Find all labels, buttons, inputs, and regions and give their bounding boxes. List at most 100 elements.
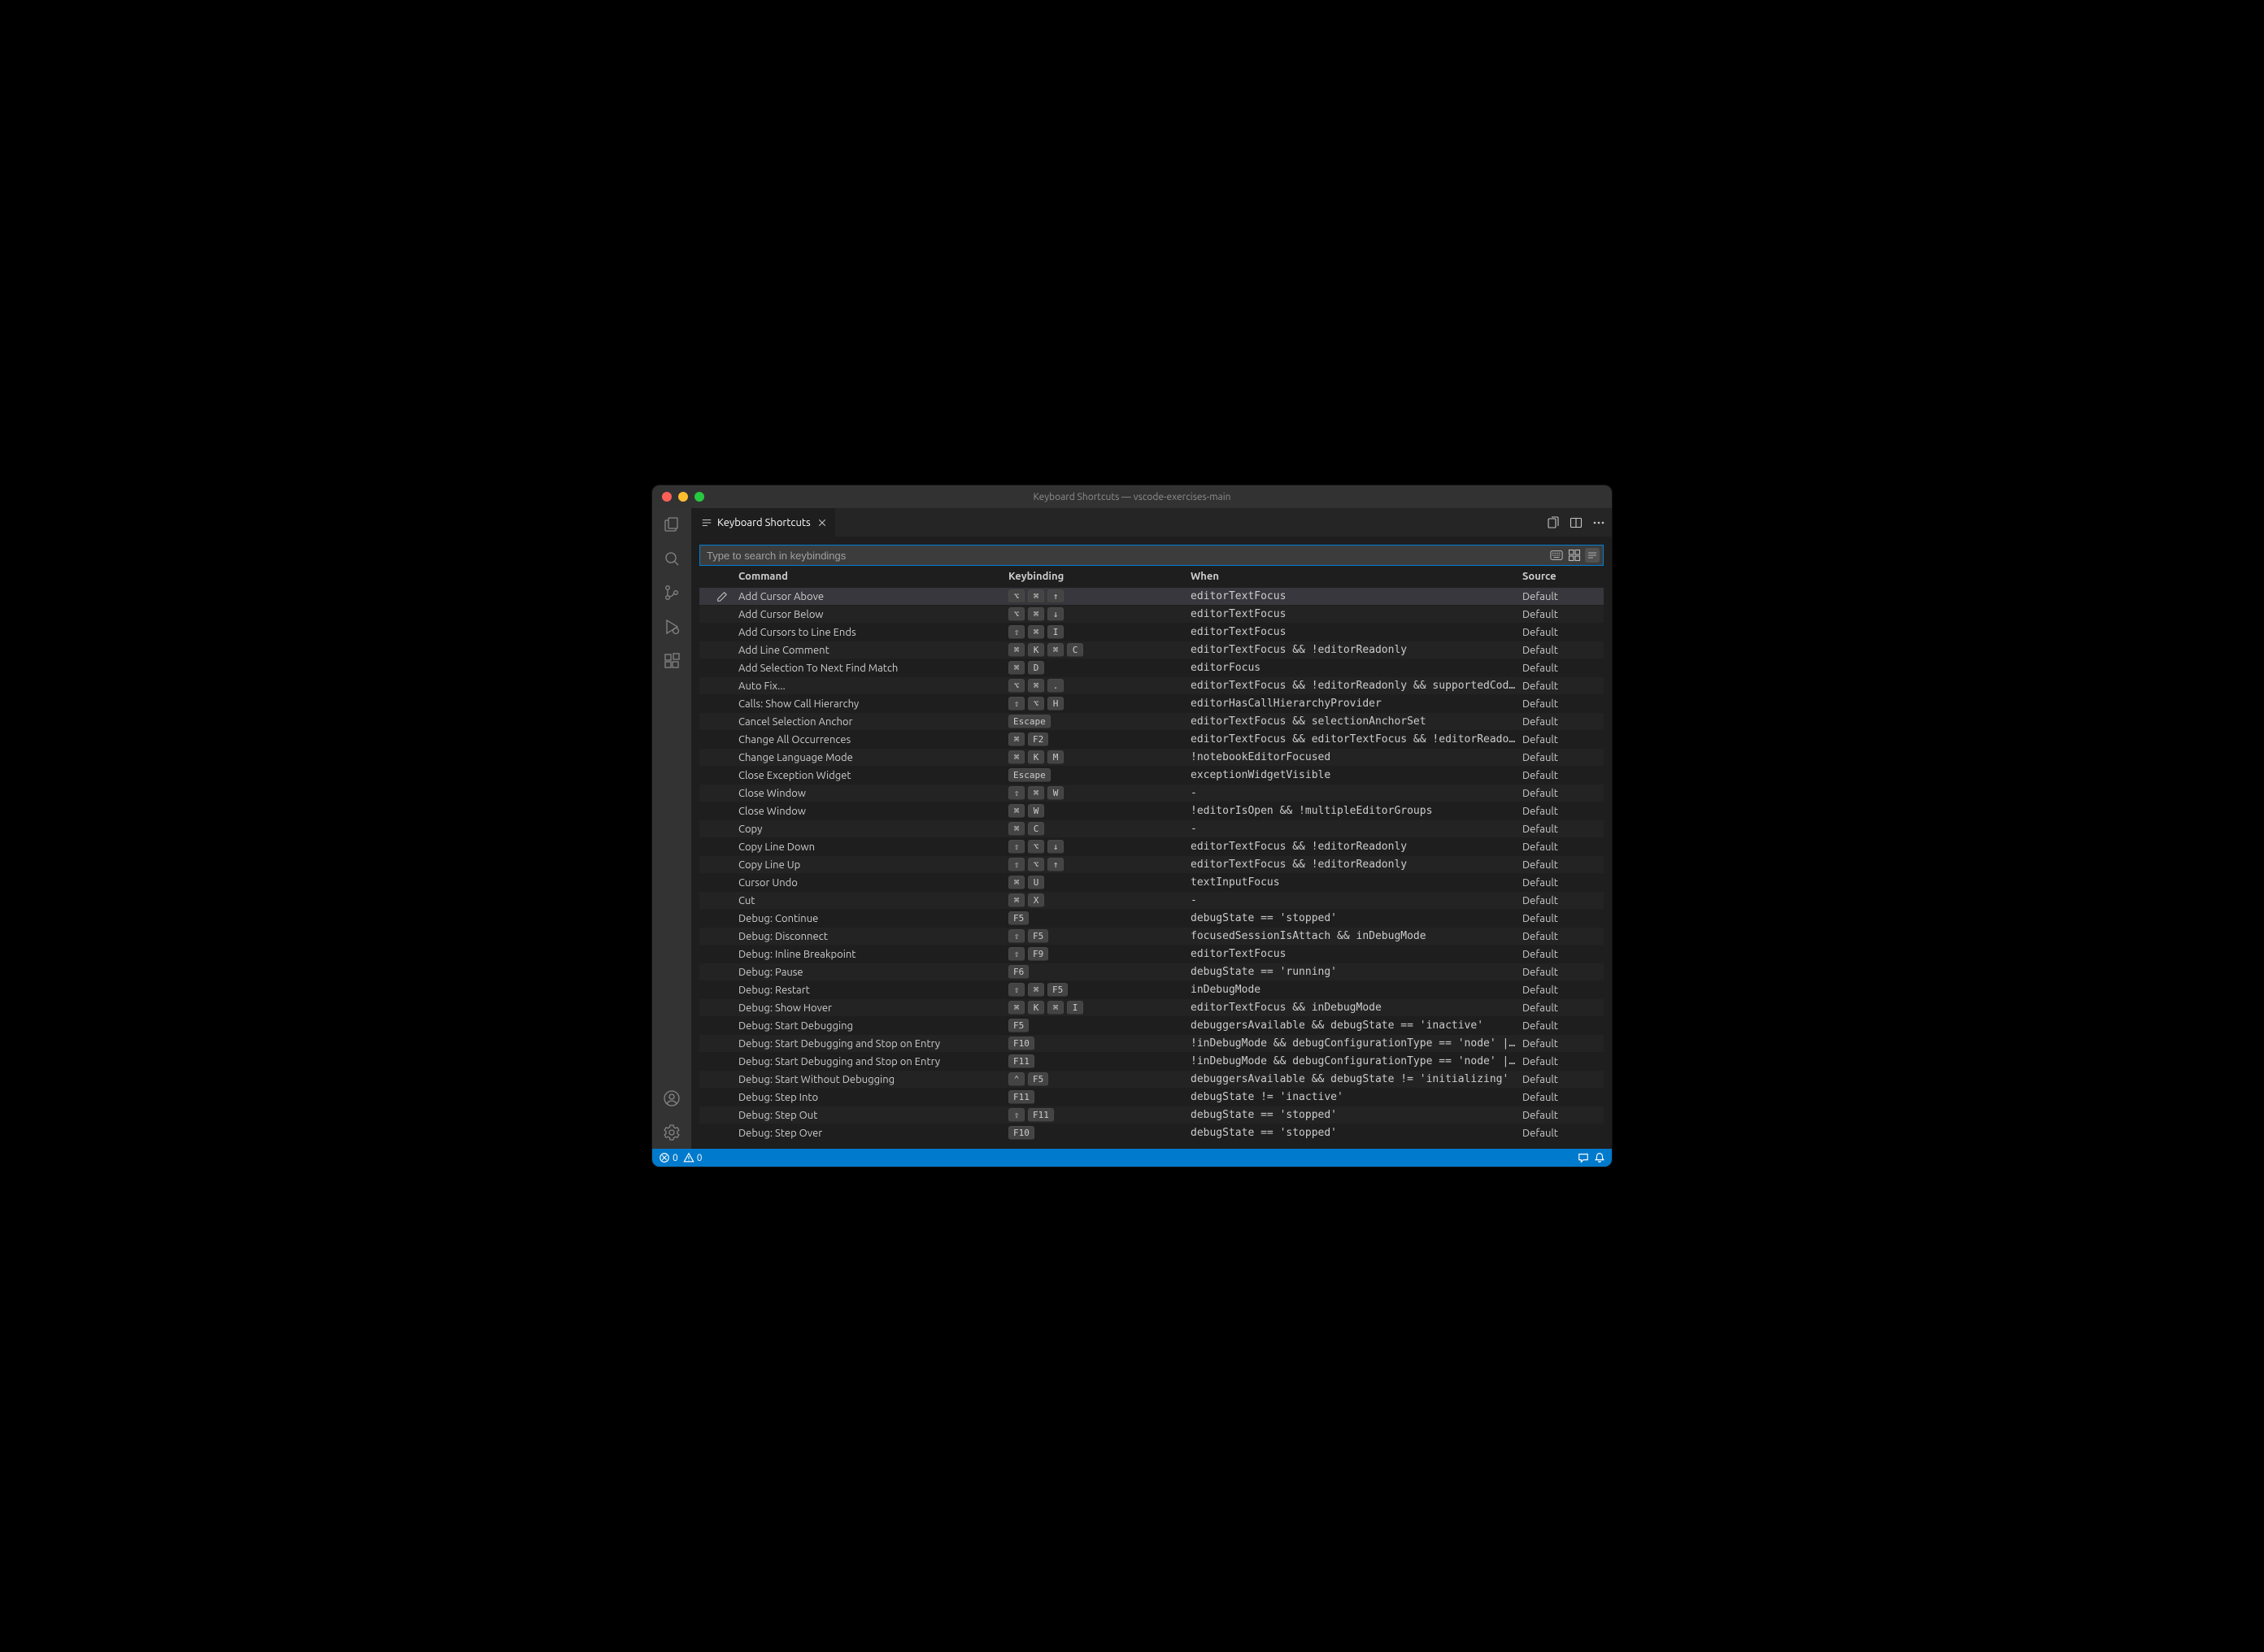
header-command[interactable]: Command: [738, 571, 1008, 582]
notifications-icon[interactable]: [1594, 1152, 1605, 1163]
keybinding-row[interactable]: Change Language Mode⌘KM!notebookEditorFo…: [699, 749, 1604, 767]
split-editor-icon[interactable]: [1570, 516, 1583, 529]
command-label: Copy Line Up: [738, 859, 1008, 871]
keybinding-row[interactable]: Debug: Disconnect⇧F5focusedSessionIsAtta…: [699, 928, 1604, 946]
keybinding-row[interactable]: Debug: Inline Breakpoint⇧F9editorTextFoc…: [699, 946, 1604, 963]
keybinding-row[interactable]: Cut⌘X-Default: [699, 892, 1604, 910]
keybinding-row[interactable]: Debug: Step IntoF11debugState != 'inacti…: [699, 1089, 1604, 1106]
errors-count: 0: [673, 1153, 678, 1163]
key: ⌘: [1008, 1001, 1025, 1015]
keybinding-row[interactable]: Add Line Comment⌘K⌘CeditorTextFocus && !…: [699, 641, 1604, 659]
search-input[interactable]: [707, 550, 1549, 562]
keybinding-row[interactable]: Add Cursor Below⌥⌘↓editorTextFocusDefaul…: [699, 606, 1604, 624]
tab-keyboard-shortcuts[interactable]: Keyboard Shortcuts: [691, 508, 836, 537]
keybinding-row[interactable]: Debug: Start Debugging and Stop on Entry…: [699, 1035, 1604, 1053]
source-label: Default: [1522, 806, 1604, 817]
keybinding-row[interactable]: Debug: Start Without Debugging⌃F5debugge…: [699, 1071, 1604, 1089]
keybinding-keys: ⇧⌘W: [1008, 786, 1191, 800]
command-label: Debug: Inline Breakpoint: [738, 949, 1008, 960]
run-debug-icon[interactable]: [662, 617, 681, 637]
keybinding-row[interactable]: Debug: Start DebuggingF5debuggersAvailab…: [699, 1017, 1604, 1035]
keybinding-row[interactable]: Copy⌘C-Default: [699, 820, 1604, 838]
keybinding-row[interactable]: Auto Fix...⌥⌘.editorTextFocus && !editor…: [699, 677, 1604, 695]
keybinding-row[interactable]: Debug: Step OverF10debugState == 'stoppe…: [699, 1124, 1604, 1142]
key: ⇧: [1008, 947, 1025, 961]
open-keybindings-json-icon[interactable]: [1547, 516, 1560, 529]
key: Escape: [1008, 715, 1051, 728]
source-label: Default: [1522, 698, 1604, 710]
close-tab-icon[interactable]: [816, 516, 829, 529]
filter-icon[interactable]: [1585, 548, 1600, 563]
command-label: Debug: Start Without Debugging: [738, 1074, 1008, 1085]
vscode-window: Keyboard Shortcuts — vscode-exercises-ma…: [651, 485, 1613, 1167]
warnings-status[interactable]: 0: [683, 1152, 703, 1163]
accounts-icon[interactable]: [662, 1089, 681, 1108]
keybinding-row[interactable]: Copy Line Down⇧⌥↓editorTextFocus && !edi…: [699, 838, 1604, 856]
header-when[interactable]: When: [1191, 571, 1522, 582]
keybinding-row[interactable]: Debug: ContinueF5debugState == 'stopped'…: [699, 910, 1604, 928]
source-label: Default: [1522, 949, 1604, 960]
header-keybinding[interactable]: Keybinding: [1008, 571, 1191, 582]
keybinding-keys: ⇧⌘I: [1008, 625, 1191, 639]
keybinding-row[interactable]: Add Cursor Above⌥⌘↑editorTextFocusDefaul…: [699, 588, 1604, 606]
command-label: Copy: [738, 824, 1008, 835]
command-label: Change Language Mode: [738, 752, 1008, 763]
keybinding-row[interactable]: Close Window⌘W!editorIsOpen && !multiple…: [699, 802, 1604, 820]
header-source[interactable]: Source: [1522, 571, 1604, 582]
key: ⌃: [1008, 1072, 1025, 1086]
key: F5: [1008, 1019, 1029, 1032]
keybinding-row[interactable]: Calls: Show Call Hierarchy⇧⌥HeditorHasCa…: [699, 695, 1604, 713]
source-control-icon[interactable]: [662, 583, 681, 602]
command-label: Cursor Undo: [738, 877, 1008, 889]
more-actions-icon[interactable]: [1592, 516, 1605, 529]
key: F11: [1008, 1054, 1034, 1068]
feedback-icon[interactable]: [1578, 1152, 1589, 1163]
source-label: Default: [1522, 859, 1604, 871]
command-label: Change All Occurrences: [738, 734, 1008, 746]
command-label: Auto Fix...: [738, 680, 1008, 692]
key: ⌘: [1008, 643, 1025, 657]
columns-header: Command Keybinding When Source: [699, 566, 1604, 588]
search-icon[interactable]: [662, 549, 681, 568]
key: ⇧: [1008, 858, 1025, 872]
keyboard-shortcuts-tab-icon: [701, 517, 712, 528]
when-expression: editorTextFocus && !editorReadonly: [1191, 841, 1522, 853]
editor-area: Keyboard Shortcuts: [691, 508, 1612, 1149]
keybinding-row[interactable]: Add Selection To Next Find Match⌘Deditor…: [699, 659, 1604, 677]
key: ⇧: [1008, 697, 1025, 711]
keybinding-row[interactable]: Cursor Undo⌘UtextInputFocusDefault: [699, 874, 1604, 892]
keybinding-row[interactable]: Change All Occurrences⌘F2editorTextFocus…: [699, 731, 1604, 749]
explorer-icon[interactable]: [662, 515, 681, 534]
sort-precedence-icon[interactable]: [1567, 548, 1582, 563]
when-expression: debuggersAvailable && debugState == 'ina…: [1191, 1019, 1522, 1032]
keybinding-row[interactable]: Debug: Restart⇧⌘F5inDebugModeDefault: [699, 981, 1604, 999]
command-label: Debug: Show Hover: [738, 1002, 1008, 1014]
keybinding-keys: F5: [1008, 1019, 1191, 1032]
problems-status[interactable]: 0: [659, 1152, 678, 1163]
keybinding-row[interactable]: Close Window⇧⌘W-Default: [699, 785, 1604, 802]
key: U: [1028, 876, 1044, 889]
search-container: [699, 545, 1604, 566]
edit-keybinding-icon[interactable]: [706, 591, 738, 602]
keybinding-row[interactable]: Add Cursors to Line Ends⇧⌘IeditorTextFoc…: [699, 624, 1604, 641]
editor-actions: [1540, 508, 1612, 537]
command-label: Add Cursor Below: [738, 609, 1008, 620]
command-label: Add Cursor Above: [738, 591, 1008, 602]
keybinding-row[interactable]: Debug: Show Hover⌘K⌘IeditorTextFocus && …: [699, 999, 1604, 1017]
keybinding-keys: F6: [1008, 965, 1191, 979]
extensions-icon[interactable]: [662, 651, 681, 671]
keybinding-row[interactable]: Debug: Step Out⇧F11debugState == 'stoppe…: [699, 1106, 1604, 1124]
command-label: Debug: Start Debugging and Stop on Entry: [738, 1038, 1008, 1050]
when-expression: editorTextFocus && !editorReadonly && su…: [1191, 680, 1522, 692]
keybinding-row[interactable]: Copy Line Up⇧⌥↑editorTextFocus && !edito…: [699, 856, 1604, 874]
key: ↓: [1047, 607, 1064, 621]
keybindings-list[interactable]: Add Cursor Above⌥⌘↑editorTextFocusDefaul…: [699, 588, 1604, 1149]
key: W: [1047, 786, 1064, 800]
keybinding-row[interactable]: Close Exception WidgetEscapeexceptionWid…: [699, 767, 1604, 785]
keybinding-row[interactable]: Cancel Selection AnchorEscapeeditorTextF…: [699, 713, 1604, 731]
command-label: Debug: Pause: [738, 967, 1008, 978]
keybinding-row[interactable]: Debug: PauseF6debugState == 'running'Def…: [699, 963, 1604, 981]
record-keys-icon[interactable]: [1549, 548, 1564, 563]
keybinding-row[interactable]: Debug: Start Debugging and Stop on Entry…: [699, 1053, 1604, 1071]
settings-gear-icon[interactable]: [662, 1123, 681, 1142]
